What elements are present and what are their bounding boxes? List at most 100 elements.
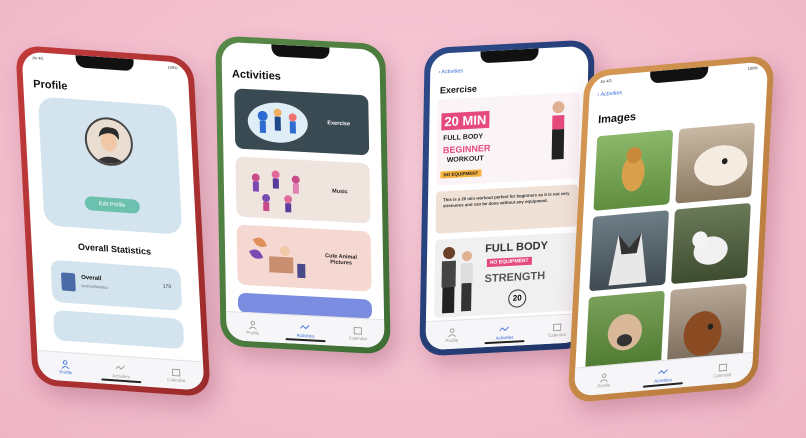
- back-button[interactable]: ‹ Activities: [438, 68, 463, 75]
- tab-profile[interactable]: Profile: [432, 326, 472, 343]
- activity-icon: [658, 368, 669, 374]
- activity-icon: [500, 325, 510, 331]
- tab-activities[interactable]: Activities: [285, 322, 325, 339]
- stat-card-2[interactable]: [52, 309, 185, 350]
- tab-profile[interactable]: Profile: [233, 319, 273, 336]
- calendar-icon: [171, 368, 181, 376]
- dog-photo-4[interactable]: [671, 202, 751, 285]
- images-screen: Jio 4G 100% ‹ Activities Images Profile …: [573, 61, 769, 397]
- calendar-icon: [553, 323, 562, 331]
- activity-label: Exercise: [327, 120, 351, 128]
- activity-icon: [115, 364, 126, 370]
- tab-profile[interactable]: Profile: [45, 358, 86, 376]
- tab-profile[interactable]: Profile: [584, 371, 625, 390]
- poster2-line2: STRENGTH: [484, 270, 546, 286]
- dog-photo-2[interactable]: [675, 122, 756, 204]
- poster-line1: FULL BODY: [443, 133, 484, 143]
- music-illustration: [251, 170, 300, 213]
- home-indicator: [484, 340, 525, 345]
- phone-profile: Jio 4G 100% Profile Edit Profile Overall…: [15, 44, 211, 398]
- stat-name: Overall: [80, 274, 102, 283]
- tab-label: Calendar: [713, 371, 732, 378]
- workout-poster-1[interactable]: 20 MIN FULL BODY BEGINNER WORKOUT NO EQU…: [436, 92, 580, 186]
- person-icon: [448, 327, 456, 337]
- calendar-icon: [353, 326, 363, 335]
- activity-card-animals[interactable]: Cute Animal Pictures: [236, 224, 372, 292]
- poster2-line1: FULL BODY: [485, 239, 548, 256]
- tab-label: Profile: [59, 368, 73, 375]
- stack-icon: [60, 272, 76, 292]
- poster-tag: NO EQUIPMENT: [440, 169, 482, 179]
- battery-text: 100%: [747, 65, 759, 72]
- page-title: Activities: [231, 68, 281, 83]
- avatar-illustration: [85, 117, 132, 166]
- exercise-illustration: [247, 102, 308, 143]
- home-indicator: [285, 338, 326, 343]
- profile-card: Edit Profile: [37, 96, 183, 235]
- calendar-icon: [718, 363, 728, 372]
- notch: [480, 48, 539, 64]
- tab-activities[interactable]: Activities: [643, 366, 684, 385]
- back-label: Activities: [600, 90, 623, 99]
- avatar[interactable]: [83, 115, 135, 168]
- image-grid: [585, 122, 756, 372]
- poster2-tag: NO EQUIPMENT: [486, 256, 532, 268]
- activity-card-music[interactable]: Music: [235, 156, 371, 224]
- poster2-number: 20: [508, 288, 527, 308]
- dog-icon: [683, 311, 722, 356]
- dog-icon: [621, 147, 645, 192]
- workout-poster-2[interactable]: FULL BODY NO EQUIPMENT STRENGTH 20: [433, 232, 578, 318]
- tab-calendar[interactable]: Calendar: [338, 324, 378, 341]
- page-title: Images: [597, 110, 637, 127]
- activity-card-exercise[interactable]: Exercise: [234, 88, 370, 156]
- tab-label: Profile: [597, 382, 611, 389]
- dog-photo-6[interactable]: [666, 283, 747, 365]
- tab-bar: Profile Activities Calendar: [37, 349, 205, 391]
- background: Jio 4G 100% Profile Edit Profile Overall…: [0, 0, 806, 438]
- animals-illustration: [249, 237, 306, 279]
- tab-label: Calendar: [548, 331, 567, 338]
- notch: [271, 44, 330, 60]
- tab-label: Activities: [296, 332, 315, 339]
- workout-description: This is a 20 min workout perfect for beg…: [435, 184, 579, 234]
- notch: [649, 66, 709, 84]
- tab-activities[interactable]: Activities: [485, 324, 525, 341]
- tab-label: Profile: [445, 337, 459, 343]
- stats-heading: Overall Statistics: [77, 241, 152, 257]
- dog-icon: [692, 231, 728, 265]
- profile-screen: Jio 4G 100% Profile Edit Profile Overall…: [21, 51, 205, 391]
- poster-line3: WORKOUT: [446, 155, 484, 165]
- poster-big: 20 MIN: [441, 110, 490, 131]
- dog-photo-1[interactable]: [593, 129, 674, 211]
- edit-profile-button[interactable]: Edit Profile: [84, 195, 140, 214]
- dog-icon: [694, 145, 748, 186]
- activity-icon: [300, 324, 310, 329]
- stat-card-overall[interactable]: Overall landing/Statistics 170: [50, 259, 183, 311]
- stat-value: 170: [162, 283, 172, 291]
- poster-line2: BEGINNER: [442, 142, 491, 156]
- tab-label: Profile: [246, 329, 260, 336]
- dog-photo-5[interactable]: [585, 290, 665, 372]
- exercise-screen: ‹ Activities Exercise 20 MIN FULL BODY B…: [425, 45, 589, 351]
- tab-label: Calendar: [348, 334, 368, 341]
- athlete-illustration: [551, 101, 565, 160]
- stat-sub: landing/Statistics: [81, 283, 108, 290]
- tab-bar: Profile Activities Calendar: [425, 312, 584, 351]
- carrier-text: Jio 4G: [31, 55, 44, 61]
- tab-calendar[interactable]: Calendar: [702, 360, 743, 379]
- dog-icon: [607, 314, 642, 351]
- battery-text: 100%: [167, 64, 178, 71]
- back-button[interactable]: ‹ Activities: [597, 90, 622, 98]
- person-icon: [61, 359, 70, 369]
- dog-photo-3[interactable]: [589, 210, 669, 292]
- phone-activities: Activities Exercise Music Cute Animal Pi…: [215, 35, 391, 355]
- carrier-text: Jio 4G: [600, 78, 612, 85]
- tab-label: Calendar: [167, 376, 186, 383]
- tab-calendar[interactable]: Calendar: [156, 366, 197, 384]
- activity-label: Music: [332, 188, 348, 196]
- page-title: Exercise: [439, 83, 478, 96]
- notch: [75, 55, 135, 72]
- athletes-illustration: [441, 247, 473, 314]
- tab-activities[interactable]: Activities: [100, 362, 141, 380]
- activity-label: Cute Animal Pictures: [325, 253, 358, 267]
